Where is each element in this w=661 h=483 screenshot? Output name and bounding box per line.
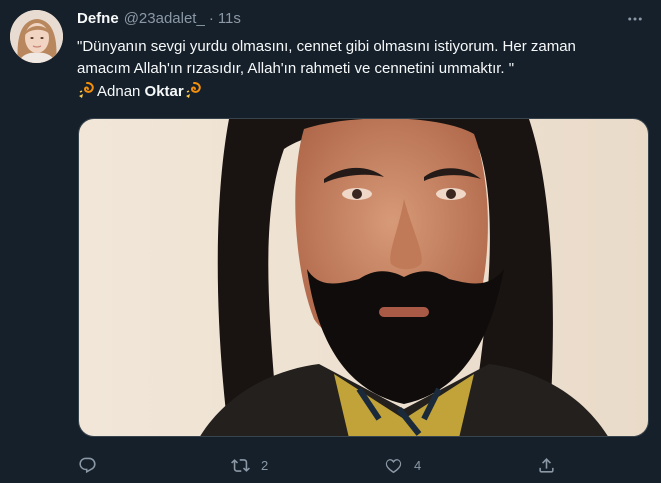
avatar-image — [10, 10, 63, 63]
tweet-media-photo[interactable] — [78, 118, 649, 437]
share-button[interactable] — [537, 453, 567, 477]
tweet-text: "Dünyanın sevgi yurdu olmasını, cennet g… — [77, 36, 637, 103]
tweet-time[interactable]: 11s — [218, 8, 241, 30]
tweet-actions: 2 4 — [78, 453, 558, 477]
tweet-text-line-2: amacım Allah'ın rızasıdır, Allah'ın rahm… — [77, 60, 515, 77]
tweet-signature: Adnan Oktar — [77, 80, 637, 103]
retweet-button[interactable]: 2 — [231, 453, 268, 477]
display-name[interactable]: Defne — [77, 8, 119, 30]
reply-button[interactable] — [78, 453, 108, 477]
retweet-icon — [231, 458, 250, 472]
tweet-header: Defne @23adalet_ · 11s — [77, 8, 649, 30]
like-button[interactable]: 4 — [384, 453, 421, 477]
retweet-count: 2 — [261, 457, 269, 473]
dizzy-emoji-icon — [185, 82, 201, 98]
avatar[interactable] — [10, 10, 63, 63]
signature-surname: Oktar — [144, 83, 184, 100]
tweet[interactable]: Defne @23adalet_ · 11s "Dünyanın sevgi y… — [0, 0, 661, 483]
tweet-content: Defne @23adalet_ · 11s "Dünyanın sevgi y… — [77, 8, 649, 103]
separator-dot: · — [208, 10, 214, 27]
like-icon — [385, 458, 402, 473]
share-icon — [539, 457, 554, 473]
like-count: 4 — [414, 457, 422, 473]
user-handle[interactable]: @23adalet_ — [124, 8, 205, 30]
dizzy-emoji-icon — [79, 82, 94, 98]
more-icon[interactable] — [623, 8, 647, 30]
signature-name: Adnan — [97, 83, 145, 100]
reply-icon — [79, 457, 96, 473]
tweet-text-line-1: "Dünyanın sevgi yurdu olmasını, cennet g… — [77, 38, 576, 55]
portrait-photo — [79, 119, 648, 436]
